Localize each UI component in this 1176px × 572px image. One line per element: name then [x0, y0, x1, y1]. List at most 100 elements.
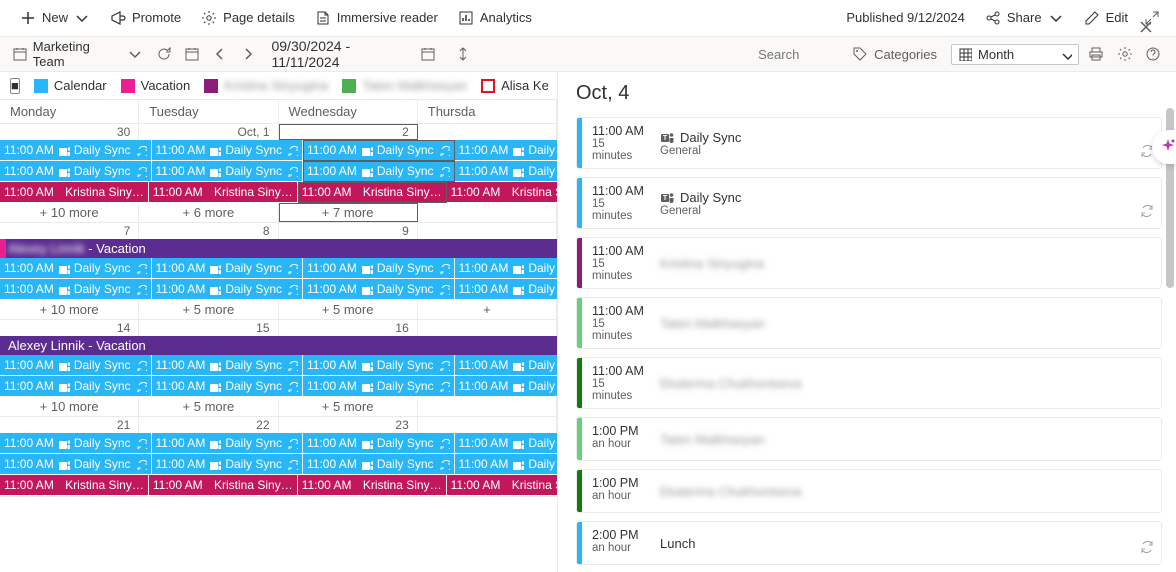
- date-cell[interactable]: 21: [0, 417, 139, 433]
- view-picker[interactable]: Month: [951, 44, 1079, 65]
- next-button[interactable]: [237, 42, 259, 66]
- edit-button[interactable]: Edit: [1076, 6, 1136, 30]
- calendar-event[interactable]: 11:00 AM Kristina Siny…: [298, 475, 446, 495]
- more-cell[interactable]: + 10 more: [0, 397, 139, 416]
- calendar-event[interactable]: 11:00 AM Kristina Siny…: [447, 182, 557, 202]
- more-cell[interactable]: +: [418, 300, 557, 319]
- legend-hidden1[interactable]: Kristina Sinyugina: [204, 78, 328, 93]
- print-button[interactable]: [1085, 42, 1107, 66]
- event-card[interactable]: 2:00 PMan hour Lunch: [576, 521, 1162, 565]
- close-panel-button[interactable]: [1138, 84, 1158, 104]
- date-cell[interactable]: 7: [0, 223, 139, 239]
- calendar-event[interactable]: 11:00 AMDaily Sync: [0, 279, 151, 299]
- calendar-event[interactable]: 11:00 AMDaily Sync: [303, 161, 454, 181]
- team-picker[interactable]: Marketing Team: [12, 39, 118, 69]
- more-cell[interactable]: + 7 more: [279, 203, 418, 222]
- immersive-reader-button[interactable]: Immersive reader: [307, 6, 446, 30]
- allday-banner[interactable]: Alexey Linnik - Vacation: [0, 336, 557, 355]
- allday-banner[interactable]: Alexey Linnik - Vacation: [0, 239, 557, 258]
- calendar-event[interactable]: 11:00 AM Kristina Siny…: [298, 182, 446, 202]
- search-input[interactable]: [758, 47, 838, 62]
- calendar-event[interactable]: 11:00 AMDaily Sync: [455, 140, 558, 160]
- calendar-event[interactable]: 11:00 AMDaily Sync: [303, 376, 454, 396]
- date-cell[interactable]: 23: [279, 417, 418, 433]
- event-card[interactable]: 11:00 AM15 minutes Taten Malkhasyan: [576, 297, 1162, 349]
- categories-button[interactable]: Categories: [844, 42, 945, 66]
- calendar-event[interactable]: 11:00 AMDaily Sync: [455, 161, 558, 181]
- legend-alisa[interactable]: Alisa Ke: [481, 78, 549, 93]
- calendar-event[interactable]: 11:00 AM Kristina Siny…: [149, 475, 297, 495]
- more-cell[interactable]: + 5 more: [279, 300, 418, 319]
- calendar-event[interactable]: 11:00 AMDaily Sync: [152, 140, 303, 160]
- refresh-button[interactable]: [152, 42, 174, 66]
- sort-button[interactable]: [451, 42, 473, 66]
- calendar-event[interactable]: 11:00 AMDaily Sync: [303, 355, 454, 375]
- calendar-event[interactable]: 11:00 AMDaily Sync: [303, 258, 454, 278]
- prev-button[interactable]: [209, 42, 231, 66]
- calendar-event[interactable]: 11:00 AMDaily Sync: [303, 140, 454, 160]
- team-chevron[interactable]: [124, 42, 146, 66]
- calendar-event[interactable]: 11:00 AMDaily Sync: [152, 161, 303, 181]
- calendar-event[interactable]: 11:00 AMDaily Sync: [455, 258, 558, 278]
- calendar-event[interactable]: 11:00 AMDaily Sync: [0, 161, 151, 181]
- more-cell[interactable]: + 5 more: [139, 397, 278, 416]
- settings-button[interactable]: [1113, 42, 1135, 66]
- new-button[interactable]: New: [12, 6, 98, 30]
- date-cell[interactable]: [418, 417, 557, 433]
- legend-vacation[interactable]: Vacation: [121, 78, 191, 93]
- calendar-event[interactable]: 11:00 AMDaily Sync: [0, 376, 151, 396]
- event-card[interactable]: 11:00 AM15 minutes Daily SyncGeneral: [576, 177, 1162, 229]
- date-cell[interactable]: [418, 223, 557, 239]
- event-card[interactable]: 11:00 AM15 minutes Ekaterina Chukhontsev…: [576, 357, 1162, 409]
- share-button[interactable]: Share: [977, 6, 1072, 30]
- calendar-event[interactable]: 11:00 AM Kristina Siny…: [149, 182, 297, 202]
- date-cell[interactable]: [418, 320, 557, 336]
- legend-calendar[interactable]: Calendar: [34, 78, 107, 93]
- calendar-event[interactable]: 11:00 AMDaily Sync: [455, 376, 558, 396]
- calendar-event[interactable]: 11:00 AMDaily Sync: [303, 433, 454, 453]
- date-cell[interactable]: 16: [279, 320, 418, 336]
- date-cell[interactable]: 9: [279, 223, 418, 239]
- more-cell[interactable]: [418, 203, 557, 222]
- calendar-event[interactable]: 11:00 AMDaily Sync: [152, 454, 303, 474]
- calendar-event[interactable]: 11:00 AM Kristina Siny…: [447, 475, 557, 495]
- calendar-event[interactable]: 11:00 AMDaily Sync: [152, 355, 303, 375]
- date-cell[interactable]: 15: [139, 320, 278, 336]
- event-card[interactable]: 11:00 AM15 minutes Daily SyncGeneral: [576, 117, 1162, 169]
- promote-button[interactable]: Promote: [102, 6, 189, 30]
- calendar-event[interactable]: 11:00 AMDaily Sync: [0, 258, 151, 278]
- date-cell[interactable]: Oct, 1: [139, 124, 278, 140]
- date-cell[interactable]: 22: [139, 417, 278, 433]
- more-cell[interactable]: + 6 more: [139, 203, 278, 222]
- calendar-event[interactable]: 11:00 AMDaily Sync: [455, 279, 558, 299]
- calendar-event[interactable]: 11:00 AMDaily Sync: [455, 454, 558, 474]
- date-cell[interactable]: 8: [139, 223, 278, 239]
- date-cell[interactable]: 2: [279, 124, 418, 140]
- more-cell[interactable]: [418, 397, 557, 416]
- calendar-event[interactable]: 11:00 AMDaily Sync: [303, 279, 454, 299]
- calendar-event[interactable]: 11:00 AM Kristina Siny…: [0, 182, 148, 202]
- legend-hidden2[interactable]: Taten Malkhasyan: [342, 78, 467, 93]
- date-cell[interactable]: 30: [0, 124, 139, 140]
- calendar-event[interactable]: 11:00 AMDaily Sync: [152, 376, 303, 396]
- calendar-event[interactable]: 11:00 AMDaily Sync: [152, 279, 303, 299]
- select-all-checkbox[interactable]: ■: [10, 78, 20, 94]
- calendar-event[interactable]: 11:00 AMDaily Sync: [0, 355, 151, 375]
- calendar-event[interactable]: 11:00 AMDaily Sync: [455, 355, 558, 375]
- date-cell[interactable]: [418, 124, 557, 140]
- calendar-event[interactable]: 11:00 AMDaily Sync: [152, 433, 303, 453]
- event-card[interactable]: 1:00 PMan hour Ekaterina Chukhontseva: [576, 469, 1162, 513]
- date-cell[interactable]: 14: [0, 320, 139, 336]
- date-picker-button[interactable]: [417, 42, 439, 66]
- event-card[interactable]: 1:00 PMan hour Taten Malkhasyan: [576, 417, 1162, 461]
- calendar-event[interactable]: 11:00 AMDaily Sync: [303, 454, 454, 474]
- calendar-event[interactable]: 11:00 AMDaily Sync: [0, 454, 151, 474]
- calendar-event[interactable]: 11:00 AM Kristina Siny…: [0, 475, 148, 495]
- more-cell[interactable]: + 10 more: [0, 300, 139, 319]
- calendar-event[interactable]: 11:00 AMDaily Sync: [455, 433, 558, 453]
- more-cell[interactable]: + 5 more: [279, 397, 418, 416]
- calendar-event[interactable]: 11:00 AMDaily Sync: [152, 258, 303, 278]
- more-cell[interactable]: + 5 more: [139, 300, 278, 319]
- more-cell[interactable]: + 10 more: [0, 203, 139, 222]
- calendar-event[interactable]: 11:00 AMDaily Sync: [0, 140, 151, 160]
